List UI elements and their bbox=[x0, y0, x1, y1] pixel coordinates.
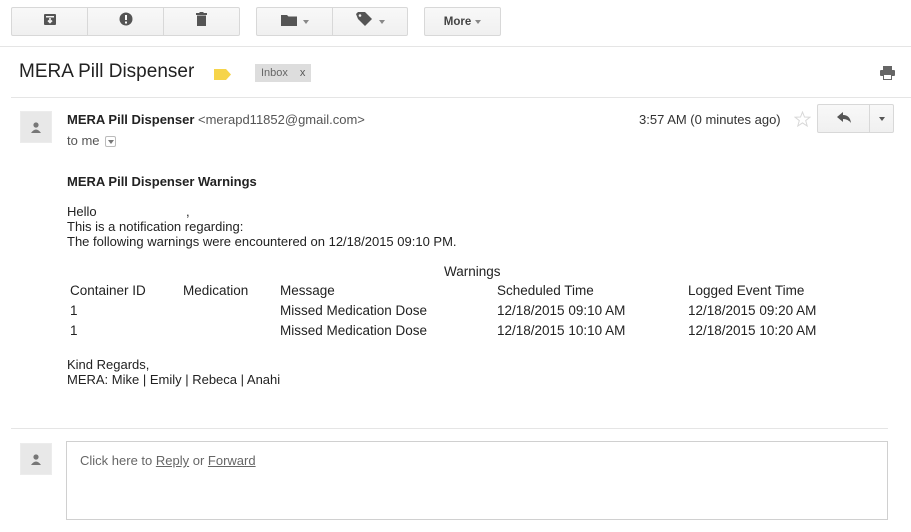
body-heading: MERA Pill Dispenser Warnings bbox=[67, 174, 257, 189]
subject-divider bbox=[11, 97, 911, 98]
table-cell: 12/18/2015 09:20 AM bbox=[688, 303, 817, 318]
reply-link[interactable]: Reply bbox=[156, 453, 189, 468]
sender-email: <merapd11852@gmail.com> bbox=[198, 112, 365, 127]
labels-button[interactable] bbox=[332, 7, 408, 36]
label-chip-text: Inbox bbox=[261, 67, 288, 79]
archive-button[interactable] bbox=[11, 7, 88, 36]
reply-icon bbox=[836, 110, 851, 128]
delete-button[interactable] bbox=[163, 7, 240, 36]
chevron-down-icon bbox=[378, 19, 385, 24]
table-cell: 12/18/2015 10:10 AM bbox=[497, 323, 626, 338]
chevron-down-icon bbox=[302, 19, 309, 24]
chevron-down-icon bbox=[878, 116, 885, 121]
label-chip[interactable]: Inbox x bbox=[255, 64, 312, 82]
reply-prompt: Click here to Reply or Forward bbox=[80, 453, 256, 468]
reply-box[interactable]: Click here to Reply or Forward bbox=[66, 441, 888, 520]
table-cell: 1 bbox=[70, 323, 78, 338]
column-header-medication: Medication bbox=[183, 283, 249, 298]
table-cell: 12/18/2015 09:10 AM bbox=[497, 303, 626, 318]
more-label: More bbox=[443, 15, 472, 28]
avatar bbox=[20, 111, 52, 143]
subject-title: MERA Pill Dispenser bbox=[19, 61, 195, 82]
reply-prompt-middle: or bbox=[189, 453, 208, 468]
column-header-message: Message bbox=[280, 283, 335, 298]
chevron-down-icon bbox=[475, 19, 482, 24]
move-to-button[interactable] bbox=[256, 7, 333, 36]
report-spam-button[interactable] bbox=[87, 7, 164, 36]
body-signature: MERA: Mike | Emily | Rebeca | Anahi bbox=[67, 372, 281, 387]
sender-name[interactable]: MERA Pill Dispenser bbox=[67, 112, 194, 127]
folder-icon bbox=[280, 13, 297, 31]
body-line-2: The following warnings were encountered … bbox=[67, 234, 457, 249]
details-toggle-button[interactable] bbox=[105, 136, 117, 148]
column-header-container-id: Container ID bbox=[70, 283, 146, 298]
table-cell: 1 bbox=[70, 303, 78, 318]
message-time: 3:57 AM (0 minutes ago) bbox=[639, 112, 781, 127]
more-actions-button[interactable] bbox=[869, 104, 894, 133]
body-greeting-comma: , bbox=[186, 204, 190, 219]
chevron-down-icon bbox=[108, 140, 115, 145]
archive-icon bbox=[43, 13, 57, 31]
body-greeting: Hello bbox=[67, 204, 97, 219]
reply-avatar bbox=[20, 443, 52, 475]
reply-prompt-prefix: Click here to bbox=[80, 453, 156, 468]
warnings-table-title: Warnings bbox=[444, 264, 501, 279]
table-cell: Missed Medication Dose bbox=[280, 323, 428, 338]
more-button[interactable]: More bbox=[424, 7, 501, 36]
label-chip-remove[interactable]: x bbox=[300, 67, 306, 79]
star-icon[interactable] bbox=[793, 110, 812, 132]
label-icon bbox=[355, 12, 373, 31]
recipient-line: to me bbox=[67, 133, 117, 148]
table-cell: Missed Medication Dose bbox=[280, 303, 428, 318]
body-closing: Kind Regards, bbox=[67, 357, 150, 372]
body-line-1: This is a notification regarding: bbox=[67, 219, 244, 234]
column-header-logged-event-time: Logged Event Time bbox=[688, 283, 805, 298]
forward-link[interactable]: Forward bbox=[208, 453, 256, 468]
print-icon[interactable] bbox=[880, 66, 895, 85]
spam-icon bbox=[119, 12, 133, 31]
toolbar-divider bbox=[0, 46, 911, 47]
reply-button[interactable] bbox=[817, 104, 870, 133]
column-header-scheduled-time: Scheduled Time bbox=[497, 283, 594, 298]
table-cell: 12/18/2015 10:20 AM bbox=[688, 323, 817, 338]
to-label: to me bbox=[67, 133, 100, 148]
trash-icon bbox=[196, 12, 207, 31]
sender-line: MERA Pill Dispenser <merapd11852@gmail.c… bbox=[67, 112, 365, 127]
message-divider bbox=[11, 428, 888, 429]
